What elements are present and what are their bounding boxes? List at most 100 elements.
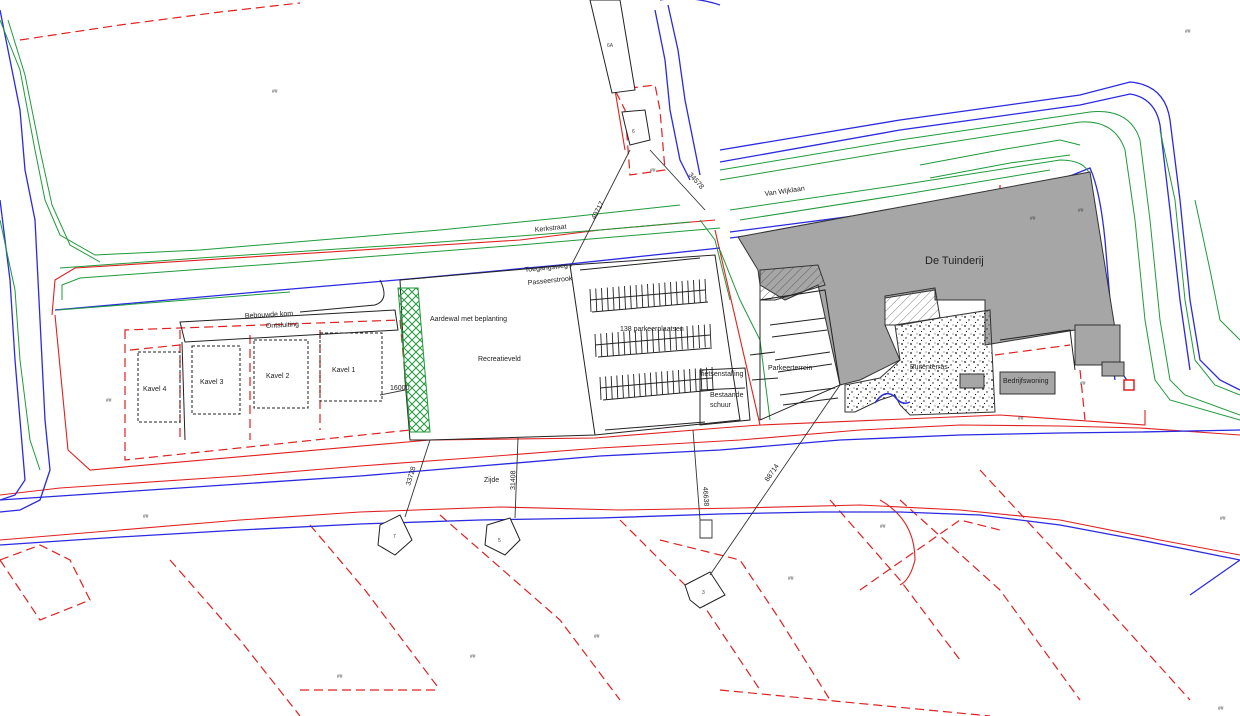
- parking-stall-line: [616, 375, 619, 399]
- parking-stall-line: [709, 323, 712, 348]
- distance-lines: [379, 149, 841, 576]
- parking-stall-line: [693, 279, 695, 304]
- parking-stall-line: [683, 369, 686, 393]
- parking-stalls: [579, 257, 715, 431]
- parking-stall-line: [686, 325, 689, 350]
- parking-stall-line: [601, 287, 603, 312]
- svg-text:##: ##: [594, 634, 600, 640]
- kavel-3-label: Kavel 3: [200, 379, 223, 386]
- parkeerterrein-label: Parkeerterrein: [768, 365, 812, 372]
- houses: [377, 0, 726, 609]
- buitenterras-label: Buitenterras: [910, 364, 948, 371]
- bedrijfswoning-label: Bedrijfswoning: [1003, 378, 1049, 385]
- cadastral-boundaries: [0, 2, 1191, 716]
- parking-stall-line: [589, 288, 592, 313]
- annex-building: [1074, 324, 1121, 366]
- annex-building-small: [1101, 361, 1125, 377]
- parking-stall-line: [694, 368, 697, 392]
- parking-stall-line: [600, 333, 603, 357]
- house-6: [621, 109, 651, 146]
- distance-label-7: 16000: [390, 385, 410, 392]
- road-edge-south: [0, 504, 1240, 556]
- parking-stall-line: [672, 370, 675, 394]
- parcel-marks: ## ## ## ## ## ## ## ## ## ## ## ## ## #…: [106, 29, 1226, 712]
- parking-stall-line: [692, 325, 695, 349]
- toegangsweg-label: Toegangsweg: [524, 263, 568, 274]
- svg-text:##: ##: [337, 674, 343, 680]
- fietsenstalling-label: fietsenstalling: [701, 371, 744, 378]
- distance-label-2: 31408: [510, 470, 517, 490]
- house-6a-number: 6A: [607, 43, 614, 49]
- kavel-4-label: Kavel 4: [143, 386, 166, 393]
- house-3: [684, 571, 726, 609]
- parking-stall-line: [623, 331, 626, 355]
- house-5: [484, 517, 521, 556]
- parking-stall-line: [698, 279, 701, 303]
- parkeerplaatsen-label: 138 parkeerplaatsen: [620, 326, 684, 333]
- svg-text:##: ##: [143, 514, 149, 520]
- recreatieveld-label: Recreatieveld: [478, 356, 521, 363]
- kavel-1-label: Kavel 1: [332, 367, 355, 374]
- parking-stall-line: [703, 324, 706, 348]
- parking-stall-line: [677, 369, 680, 394]
- parking-stall-line: [635, 284, 638, 309]
- svg-text:##: ##: [1078, 208, 1084, 214]
- house-3-number: 3: [702, 590, 705, 596]
- parking-stall-line: [610, 375, 613, 400]
- distance-label-5: 40717: [591, 200, 606, 221]
- parking-stall-line: [606, 332, 608, 357]
- parking-stall-line: [627, 374, 630, 398]
- parking-stall-line: [595, 288, 598, 312]
- svg-text:##: ##: [1220, 516, 1226, 522]
- bebouwde-kom-label: Bebouwde kom: [245, 310, 294, 320]
- svg-text:##: ##: [1030, 216, 1036, 222]
- site-plan-drawing: ## ## ## ## ## ## ## ## ## ## ## ## ## #…: [0, 0, 1240, 716]
- parking-stall-line: [617, 331, 620, 356]
- parking-stall-line: [606, 287, 609, 311]
- parking-stall-line: [704, 278, 707, 303]
- parking-stall-line: [612, 286, 615, 311]
- parking-stall-line: [629, 285, 632, 309]
- parking-stall-line: [638, 373, 641, 397]
- house-7-number: 7: [393, 534, 396, 540]
- parking-stall-line: [649, 372, 652, 396]
- parking-stall-line: [629, 330, 631, 355]
- svg-text:##: ##: [1185, 29, 1191, 35]
- parking-stall-line: [634, 330, 637, 354]
- kavel-2-label: Kavel 2: [266, 373, 289, 380]
- bestaande-schuur-label-2: schuur: [710, 402, 732, 409]
- parking-stall-line: [618, 286, 621, 310]
- svg-text:##: ##: [1018, 416, 1024, 422]
- parking-stall-line: [621, 374, 624, 399]
- parking-stall-line: [670, 281, 672, 306]
- distance-label-6: 34578: [687, 172, 705, 191]
- parking-stall-line: [658, 282, 661, 307]
- bestaande-schuur-label-1: Bestaande: [710, 392, 744, 399]
- svg-text:##: ##: [470, 654, 476, 660]
- svg-text:##: ##: [1080, 381, 1086, 387]
- parking-stall-line: [594, 333, 597, 358]
- passeerstrook-label: Passeerstrook: [527, 275, 573, 287]
- site-plan-canvas: ## ## ## ## ## ## ## ## ## ## ## ## ## #…: [0, 0, 1240, 716]
- svg-text:##: ##: [788, 576, 794, 582]
- parking-stall-line: [624, 285, 626, 310]
- parking-stall-line: [698, 324, 700, 349]
- house-6-number: 6: [632, 129, 635, 135]
- parking-stall-line: [611, 332, 614, 356]
- svg-text:##: ##: [106, 398, 112, 404]
- parking-stall-line: [647, 283, 649, 308]
- parking-stall-line: [633, 373, 636, 398]
- parking-stall-line: [599, 376, 602, 401]
- parking-stall-line: [681, 280, 684, 305]
- parking-stall-line: [655, 371, 658, 396]
- svg-text:##: ##: [650, 168, 656, 174]
- distance-label-3: 46638: [701, 487, 709, 507]
- parking-stall-line: [689, 368, 692, 393]
- road-label-zijde: Zijde: [484, 477, 499, 484]
- aardewal-label: Aardewal met beplanting: [430, 316, 507, 323]
- parking-stall-line: [605, 376, 608, 400]
- parking-stall-line: [675, 281, 678, 305]
- parking-stall-line: [687, 280, 690, 304]
- parking-stall-line: [664, 282, 667, 306]
- parking-stall-line: [641, 284, 644, 308]
